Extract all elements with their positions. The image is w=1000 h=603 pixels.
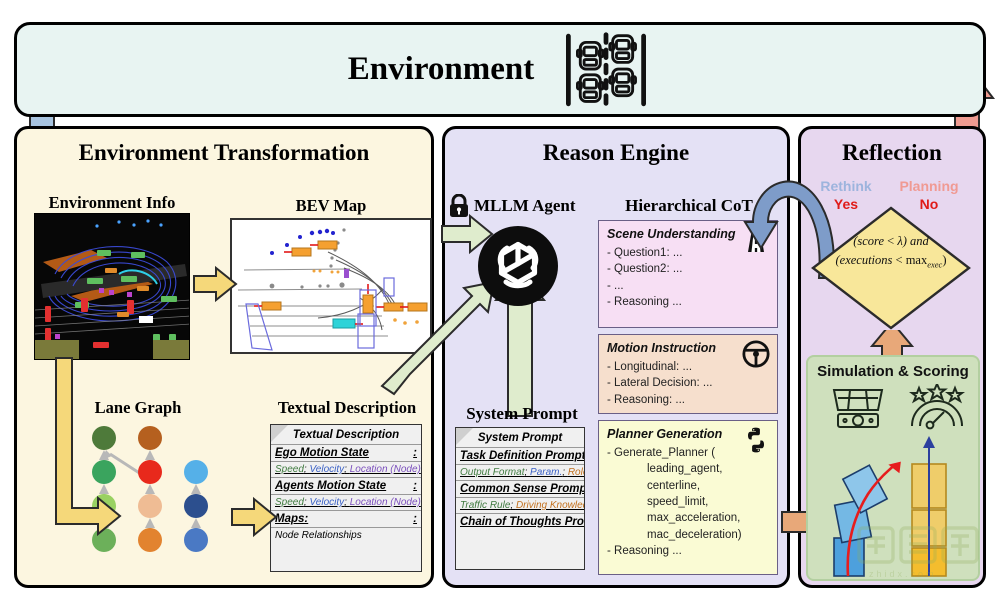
simulation-scoring-title: Simulation & Scoring (817, 363, 969, 380)
simulator-money-icon (832, 389, 884, 428)
score-gauge-icon (909, 384, 965, 430)
note-row-heading: Task Definition Prompt: (456, 447, 584, 464)
two-lane-traffic-icon (566, 31, 647, 106)
planning-label: Planning (899, 178, 959, 194)
transformation-arrow-layer (55, 265, 278, 538)
figure-root: Environment Environment Transformation E… (0, 0, 1000, 603)
lock-icon (450, 194, 468, 217)
note-row-values: Output Format; Param.; Role; (456, 464, 584, 480)
condition-line1-b: < (884, 234, 898, 248)
condition-line1-c: λ) and (897, 234, 929, 248)
page-title: Environment (348, 51, 534, 88)
environment-title-wrap: Environment (17, 25, 983, 114)
arrow-lane-graph-to-textual-description (231, 496, 278, 538)
watermark: zhidx.com (857, 526, 979, 579)
cot-line: - Reasoning ... (607, 295, 682, 308)
note-title: System Prompt (477, 432, 563, 444)
condition-line1-a: (score (853, 234, 884, 248)
note-row-values: Traffic Rule; Driving Knowledge (456, 497, 584, 513)
condition-line2-c: ) (942, 252, 947, 267)
condition-line2-b: < max (892, 252, 928, 267)
system-prompt-note: System Prompt Task Definition Prompt:Out… (455, 427, 585, 570)
environment-panel: Environment (14, 22, 986, 117)
arrow-environment-info-to-lane-graph (55, 357, 122, 537)
note-rows: Task Definition Prompt:Output Format; Pa… (456, 447, 584, 530)
environment-title: Environment (347, 51, 535, 87)
note-row-heading: Chain of Thoughts Prompt: (456, 513, 584, 530)
system-prompt-title: System Prompt (466, 404, 578, 423)
condition-line2-sub: exec (927, 259, 943, 270)
note-row-heading: Common Sense Prompt: (456, 480, 584, 497)
openai-logo-icon (478, 226, 558, 306)
condition-line2-a: (executions (835, 252, 893, 267)
page-fold-icon (456, 428, 473, 445)
arrow-environment-info-to-bev (193, 265, 238, 303)
watermark-text: zhidx.com (869, 569, 937, 579)
decision-condition-text: (score < λ) and (executions < maxexec) (812, 232, 970, 271)
rethink-label: Rethink (820, 178, 872, 194)
